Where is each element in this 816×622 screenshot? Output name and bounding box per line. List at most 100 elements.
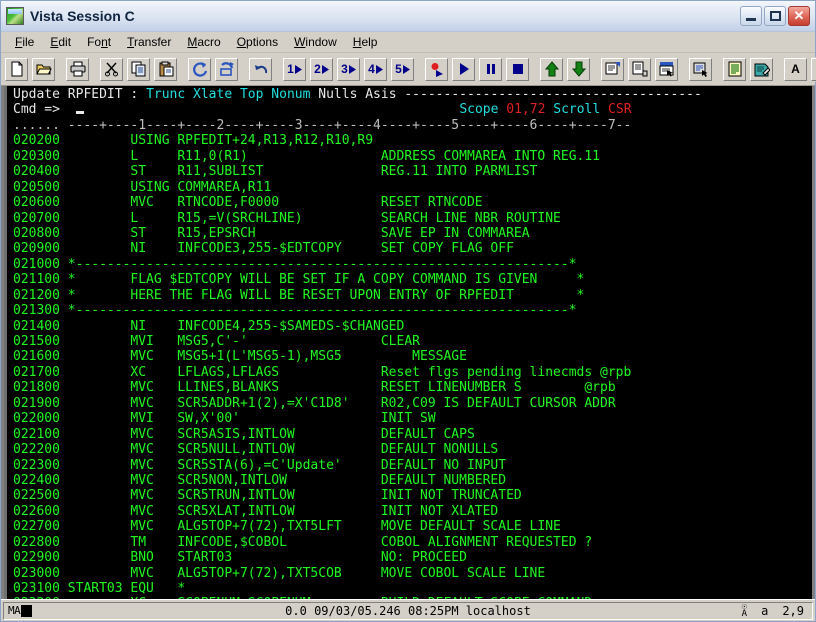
session-a-button[interactable]: A (783, 56, 808, 82)
terminal-code-row[interactable]: 022300 MVC SCR5STA(6),=C'Update' DEFAULT… (13, 458, 812, 473)
terminal-code-row[interactable]: 021500 MVI MSG5,C'-' CLEAR (13, 334, 812, 349)
macro-5-button[interactable]: 5 (390, 56, 415, 82)
receive-file-icon[interactable] (566, 56, 591, 82)
status-keyboard-indicator: a (761, 603, 769, 618)
close-button[interactable]: ✕ (788, 6, 810, 26)
notepad-icon[interactable] (722, 56, 747, 82)
maximize-button[interactable] (764, 6, 786, 26)
terminal-text: Update RPFEDIT : Trunc Xlate Top Nonum N… (7, 86, 812, 599)
terminal-ruler-row: ...... ----+----1----+----2----+----3---… (13, 117, 632, 133)
macro-3-button[interactable]: 3 (336, 56, 361, 82)
toolbar-separator (531, 69, 538, 70)
toolbar-separator (179, 69, 186, 70)
terminal-code-row[interactable]: 020800 ST R15,EPSRCH SAVE EP IN COMMAREA (13, 226, 812, 241)
terminal-code-row[interactable]: 023000 MVC ALG5TOP+7(72),TXT5COB MOVE CO… (13, 566, 812, 581)
window-controls: ✕ (740, 6, 810, 26)
toolbar-separator (240, 69, 247, 70)
screen-select-icon[interactable] (654, 56, 679, 82)
copy-icon[interactable] (126, 56, 151, 82)
terminal-code-row[interactable]: 021800 MVC LLINES,BLANKS RESET LINENUMBE… (13, 380, 812, 395)
menu-bar: File Edit Font Transfer Macro Options Wi… (1, 32, 815, 53)
terminal-code-row[interactable]: 021700 XC LFLAGS,LFLAGS Reset flgs pendi… (13, 365, 812, 380)
terminal-code-row[interactable]: 020700 L R15,=V(SRCHLINE) SEARCH LINE NB… (13, 211, 812, 226)
screen-print-icon[interactable] (627, 56, 652, 82)
terminal-code-row[interactable]: 022100 MVC SCR5ASIS,INTLOW DEFAULT CAPS (13, 427, 812, 442)
toolbar-separator (416, 69, 423, 70)
menu-item-file[interactable]: File (7, 34, 42, 51)
status-cursor-position: 2,9 (782, 603, 804, 618)
reconnect-icon[interactable] (214, 56, 239, 82)
terminal-code-row[interactable]: 021300 *--------------------------------… (13, 303, 812, 318)
pause-macro-button[interactable] (478, 56, 503, 82)
terminal-code-row[interactable]: 020500 USING COMMAREA,R11 (13, 180, 812, 195)
terminal-code-row[interactable]: 020200 USING RPFEDIT+24,R13,R12,R10,R9 (13, 133, 812, 148)
terminal-code-row[interactable]: 020900 NI INFCODE3,255-$EDTCOPY SET COPY… (13, 241, 812, 256)
undo-icon[interactable] (248, 56, 273, 82)
terminal-code-row[interactable]: 021600 MVC MSG5+1(L'MSG5-1),MSG5 MESSAGE (13, 349, 812, 364)
print-icon[interactable] (65, 56, 90, 82)
toolbar-separator (714, 69, 721, 70)
status-session-info: 0.0 09/03/05.246 08:25PM localhost (285, 603, 531, 618)
terminal-code-row[interactable]: 020300 L R11,0(R1) ADDRESS COMMAREA INTO… (13, 149, 812, 164)
terminal-area: Update RPFEDIT : Trunc Xlate Top Nonum N… (1, 86, 815, 599)
terminal-code-row[interactable]: 022700 MVC ALG5TOP+7(72),TXT5LFT MOVE DE… (13, 519, 812, 534)
toolbar-separator (592, 69, 599, 70)
maximize-icon (770, 11, 781, 21)
refresh-icon[interactable] (187, 56, 212, 82)
menu-item-edit[interactable]: Edit (42, 34, 79, 51)
terminal-code-row[interactable]: 021400 NI INFCODE4,255-$SAMEDS-$CHANGED (13, 319, 812, 334)
terminal-code-row[interactable]: 021900 MVC SCR5ADDR+1(2),=X'C1D8' R02,C0… (13, 396, 812, 411)
application-window: Vista Session C ✕ File Edit Font Transfe… (0, 0, 816, 622)
menu-item-options[interactable]: Options (229, 34, 286, 51)
terminal-code-row[interactable]: 022000 MVI SW,X'00' INIT SW (13, 411, 812, 426)
terminal-cursor (75, 111, 84, 115)
menu-item-macro[interactable]: Macro (179, 34, 228, 51)
open-icon[interactable] (31, 56, 56, 82)
record-macro-button[interactable] (424, 56, 449, 82)
vista-session-window: Vista Session C ✕ File Edit Font Transfe… (0, 0, 816, 622)
macro-2-button[interactable]: 2 (309, 56, 334, 82)
terminal-code-row[interactable]: 022200 MVC SCR5NULL,INTLOW DEFAULT NONUL… (13, 442, 812, 457)
toolbar-separator (680, 69, 687, 70)
new-icon[interactable] (4, 56, 29, 82)
terminal-code-row[interactable]: 020600 MVC RTNCODE,F0000 RESET RTNCODE (13, 195, 812, 210)
toolbar-separator (775, 69, 782, 70)
keyboard-lock-icon: ☉ A (741, 601, 748, 619)
menu-item-window[interactable]: Window (286, 34, 345, 51)
terminal-code-row[interactable]: 021000 *--------------------------------… (13, 257, 812, 272)
minimize-button[interactable] (740, 6, 762, 26)
terminal-command-row[interactable]: Cmd => Scope 01,72 Scroll CSR (13, 102, 812, 117)
terminal-code-row[interactable]: 021200 * HERE THE FLAG WILL BE RESET UPO… (13, 288, 812, 303)
macro-1-button[interactable]: 1 (282, 56, 307, 82)
toolbar: 12345ABC (1, 53, 816, 86)
title-bar[interactable]: Vista Session C ✕ (1, 1, 815, 32)
menu-item-transfer[interactable]: Transfer (119, 34, 179, 51)
paste-icon[interactable] (153, 56, 178, 82)
session-icon (6, 7, 24, 25)
terminal-code-row[interactable]: 021100 * FLAG $EDTCOPY WILL BE SET IF A … (13, 272, 812, 287)
terminal-code-row[interactable]: 022800 TM INFCODE,$COBOL COBOL ALIGNMENT… (13, 535, 812, 550)
toolbar-separator (91, 69, 98, 70)
play-macro-button[interactable] (451, 56, 476, 82)
toolbar-separator (57, 69, 64, 70)
macro-4-button[interactable]: 4 (363, 56, 388, 82)
editor-icon[interactable] (749, 56, 774, 82)
terminal-screen[interactable]: Update RPFEDIT : Trunc Xlate Top Nonum N… (4, 86, 812, 599)
window-title: Vista Session C (30, 8, 135, 24)
terminal-code-row[interactable]: 022900 BNO START03 NO: PROCEED (13, 550, 812, 565)
menu-item-help[interactable]: Help (345, 34, 386, 51)
terminal-code-row[interactable]: 022500 MVC SCR5TRUN,INTLOW INIT NOT TRUN… (13, 488, 812, 503)
send-file-icon[interactable] (539, 56, 564, 82)
keyboard-map-icon[interactable] (688, 56, 713, 82)
status-main-panel: MA 0.0 09/03/05.246 08:25PM localhost ☉ A… (3, 601, 813, 620)
terminal-code-row[interactable]: 020400 ST R11,SUBLIST REG.11 INTO PARMLI… (13, 164, 812, 179)
session-b-button[interactable]: B (810, 56, 816, 82)
stop-macro-button[interactable] (505, 56, 530, 82)
terminal-code-row[interactable]: 022600 MVC SCR5XLAT,INTLOW INIT NOT XLAT… (13, 504, 812, 519)
terminal-code-row[interactable]: 023100 START03 EQU * (13, 581, 812, 596)
screen-capture-icon[interactable] (600, 56, 625, 82)
status-bar: MA 0.0 09/03/05.246 08:25PM localhost ☉ A… (1, 599, 815, 621)
terminal-code-row[interactable]: 022400 MVC SCR5NON,INTLOW DEFAULT NUMBER… (13, 473, 812, 488)
cut-icon[interactable] (99, 56, 124, 82)
menu-item-font[interactable]: Font (79, 34, 119, 51)
